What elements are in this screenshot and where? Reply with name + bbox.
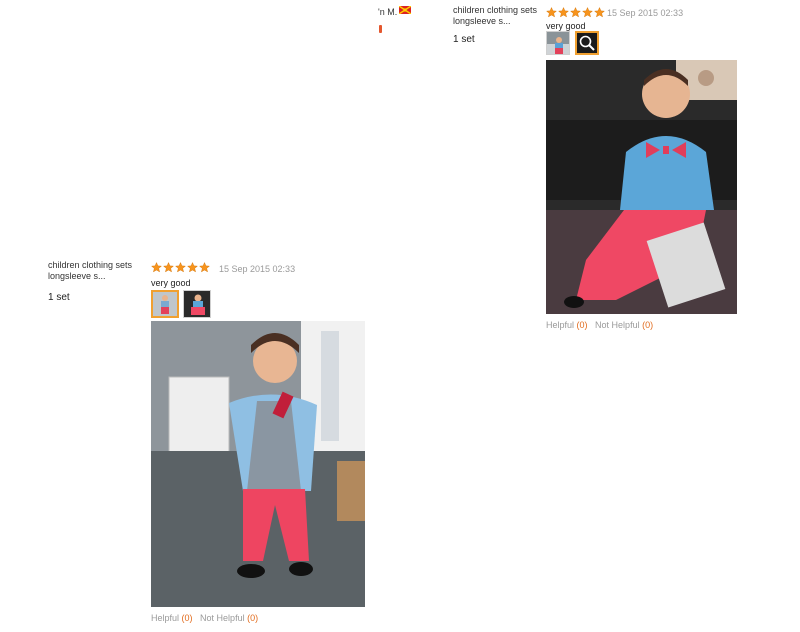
flag-icon	[399, 6, 412, 14]
review-comment: very good	[151, 278, 191, 288]
helpful-link[interactable]: Helpful (0)	[151, 613, 193, 623]
photo-image	[546, 60, 737, 314]
star-icon	[558, 7, 569, 18]
not-helpful-link[interactable]: Not Helpful (0)	[595, 320, 653, 330]
order-quantity: 1 set	[48, 292, 70, 303]
review-comment: very good	[546, 21, 586, 31]
photo-image	[151, 321, 365, 607]
not-helpful-link[interactable]: Not Helpful (0)	[200, 613, 258, 623]
thumbnail-image	[153, 292, 177, 316]
helpful-votes: Helpful (0) Not Helpful (0)	[546, 320, 653, 330]
review-photo[interactable]	[546, 60, 737, 314]
review-date: 15 Sep 2015 02:33	[607, 8, 684, 18]
star-icon	[546, 7, 557, 18]
product-name[interactable]: children clothing sets longsleeve s...	[48, 260, 143, 282]
review-thumbnail[interactable]	[183, 290, 211, 318]
star-icon	[594, 7, 605, 18]
review-thumbnail[interactable]	[546, 31, 570, 55]
star-icon	[582, 7, 593, 18]
star-rating	[546, 7, 605, 18]
star-icon	[151, 262, 162, 273]
thumbnail-image	[184, 291, 210, 317]
star-icon	[163, 262, 174, 273]
order-quantity: 1 set	[453, 34, 475, 45]
star-icon	[187, 262, 198, 273]
review-thumbnail[interactable]	[151, 290, 179, 318]
magnifier-icon	[579, 35, 595, 51]
star-icon	[175, 262, 186, 273]
reviewer-name: 'n M.	[378, 7, 398, 17]
review-photo[interactable]	[151, 321, 365, 607]
reviewer-name-fragment: 'n M.	[378, 6, 412, 18]
helpful-votes: Helpful (0) Not Helpful (0)	[151, 613, 258, 623]
thumbnail-image	[547, 32, 569, 54]
review-thumbnail-zoom[interactable]	[575, 31, 599, 55]
product-name[interactable]: children clothing sets longsleeve s...	[453, 5, 543, 27]
star-icon	[199, 262, 210, 273]
helpful-link[interactable]: Helpful (0)	[546, 320, 588, 330]
scroll-marker	[379, 25, 382, 33]
review-date: 15 Sep 2015 02:33	[219, 264, 296, 274]
star-rating	[151, 262, 210, 273]
star-icon	[570, 7, 581, 18]
